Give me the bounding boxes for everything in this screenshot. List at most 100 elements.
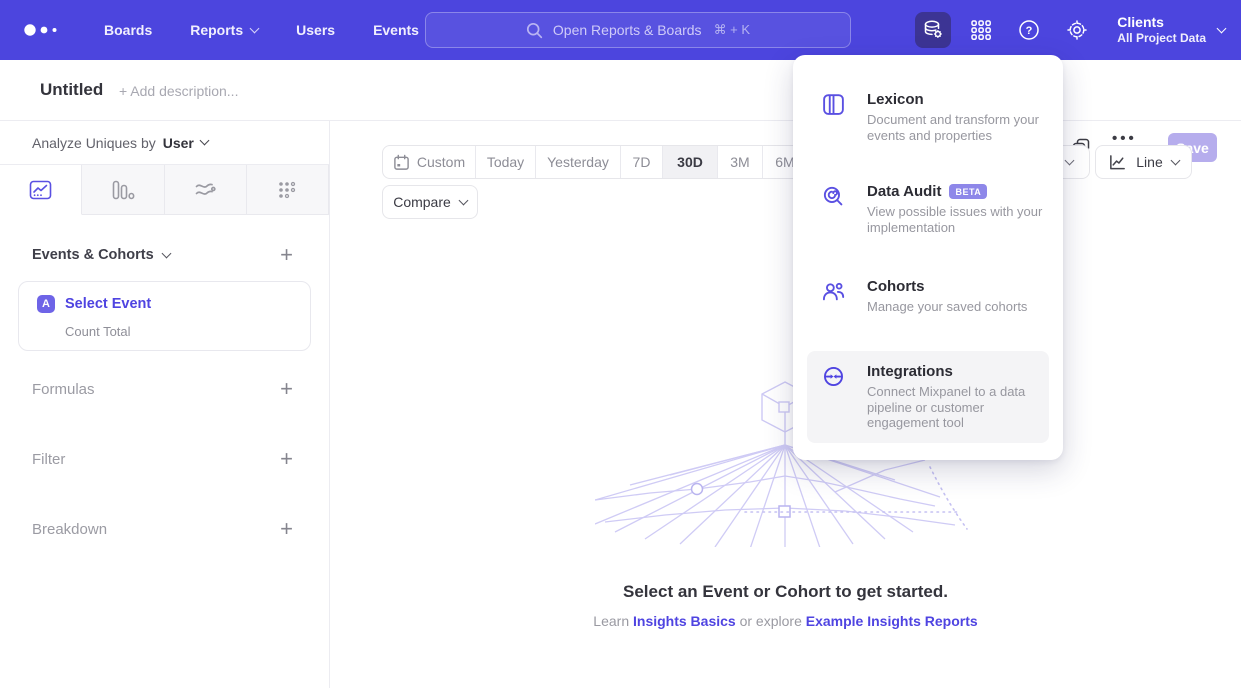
menu-item-cohorts[interactable]: Cohorts Manage your saved cohorts: [807, 266, 1049, 327]
chevron-down-icon: [1217, 23, 1227, 33]
filter-row: Filter +: [0, 447, 329, 471]
menu-item-title: Data Audit: [867, 183, 941, 200]
date-range-7d[interactable]: 7D: [621, 146, 663, 178]
apps-grid-button[interactable]: [963, 12, 999, 48]
analyze-row: Analyze Uniques by User: [0, 121, 329, 165]
compare-dropdown[interactable]: Compare: [382, 185, 478, 219]
date-range-label: Yesterday: [547, 154, 609, 170]
add-description-field[interactable]: + Add description...: [119, 83, 238, 99]
menu-item-title: Lexicon: [867, 91, 924, 108]
menu-item-data-audit[interactable]: Data Audit BETA View possible issues wit…: [807, 171, 1049, 247]
menu-item-desc: View possible issues with your implement…: [867, 204, 1043, 235]
menu-item-title: Integrations: [867, 363, 953, 380]
data-management-button[interactable]: [915, 12, 951, 48]
insights-line-chart-icon: [29, 180, 52, 200]
chevron-down-icon: [458, 195, 468, 205]
date-range-label: Custom: [417, 154, 465, 170]
events-cohorts-label: Events & Cohorts: [32, 247, 154, 263]
menu-item-text: Integrations Connect Mixpanel to a data …: [867, 363, 1043, 431]
logo-dots-icon: [22, 20, 66, 40]
add-filter-button[interactable]: +: [280, 449, 293, 469]
navbar-right-group: ? Clients All Project Data: [915, 0, 1225, 60]
integrations-icon: [821, 363, 847, 431]
chevron-down-icon: [1170, 155, 1180, 165]
apps-grid-icon: [970, 19, 992, 41]
nav-item-reports[interactable]: Reports: [190, 22, 258, 38]
nav-item-events[interactable]: Events: [373, 22, 419, 38]
formulas-row: Formulas +: [0, 377, 329, 401]
help-button[interactable]: ?: [1011, 12, 1047, 48]
project-info: Clients All Project Data: [1117, 14, 1206, 47]
calendar-icon: [393, 154, 410, 171]
nav-item-users[interactable]: Users: [296, 22, 335, 38]
example-reports-link[interactable]: Example Insights Reports: [806, 613, 978, 629]
analyze-by-dropdown[interactable]: User: [163, 135, 208, 151]
date-range-custom[interactable]: Custom: [383, 146, 476, 178]
date-range-yesterday[interactable]: Yesterday: [536, 146, 621, 178]
nav-item-label: Reports: [190, 22, 243, 38]
select-event-button[interactable]: Select Event: [65, 296, 151, 312]
tab-flows[interactable]: [165, 165, 247, 215]
data-management-dropdown-menu: Lexicon Document and transform your even…: [793, 55, 1063, 460]
tab-retention[interactable]: [247, 165, 329, 215]
tab-bar-chart[interactable]: [82, 165, 164, 215]
flows-icon: [194, 180, 216, 200]
chart-type-tabs: [0, 165, 329, 215]
tab-insights-line[interactable]: [0, 165, 82, 215]
date-range-label: Today: [487, 154, 524, 170]
lexicon-icon: [821, 91, 847, 143]
breakdown-row: Breakdown +: [0, 517, 329, 541]
insights-basics-link[interactable]: Insights Basics: [633, 613, 736, 629]
settings-button[interactable]: [1059, 12, 1095, 48]
menu-item-text: Lexicon Document and transform your even…: [867, 91, 1043, 143]
analyze-value: User: [163, 135, 194, 151]
project-name: Clients: [1117, 14, 1206, 32]
chevron-down-icon: [199, 136, 209, 146]
empty-state-heading: Select an Event or Cohort to get started…: [330, 582, 1241, 602]
events-cohorts-row: Events & Cohorts +: [0, 243, 329, 267]
add-breakdown-button[interactable]: +: [280, 519, 293, 539]
formulas-label: Formulas: [32, 381, 95, 398]
add-formula-button[interactable]: +: [280, 379, 293, 399]
menu-item-desc: Connect Mixpanel to a data pipeline or c…: [867, 384, 1043, 431]
count-total-dropdown[interactable]: Count Total: [65, 324, 131, 339]
nav-item-label: Users: [296, 22, 335, 38]
events-cohorts-header[interactable]: Events & Cohorts: [32, 247, 170, 263]
menu-item-desc: Manage your saved cohorts: [867, 299, 1043, 315]
chevron-down-icon: [161, 248, 171, 258]
learn-text: Learn: [593, 613, 629, 629]
filter-label: Filter: [32, 451, 65, 468]
query-builder-sidebar: Analyze Uniques by User: [0, 121, 330, 688]
date-range-3m[interactable]: 3M: [718, 146, 763, 178]
search-placeholder-text: Open Reports & Boards: [553, 22, 702, 38]
data-audit-icon: [821, 183, 847, 235]
line-chart-icon: [1108, 153, 1127, 172]
menu-item-integrations[interactable]: Integrations Connect Mixpanel to a data …: [807, 351, 1049, 443]
project-selector[interactable]: Clients All Project Data: [1117, 14, 1225, 47]
date-range-label: 30D: [677, 154, 703, 170]
chart-type-dropdown[interactable]: Line: [1095, 145, 1192, 179]
search-icon: [526, 22, 543, 39]
date-range-today[interactable]: Today: [476, 146, 536, 178]
empty-state-subtext: Learn Insights Basics or explore Example…: [330, 613, 1241, 629]
top-navbar: Boards Reports Users Events Open Reports…: [0, 0, 1241, 60]
mixpanel-dots-logo[interactable]: [22, 20, 66, 40]
report-title[interactable]: Untitled: [40, 80, 103, 100]
menu-item-lexicon[interactable]: Lexicon Document and transform your even…: [807, 79, 1049, 155]
date-range-label: 3M: [730, 154, 749, 170]
date-range-30d-active[interactable]: 30D: [663, 146, 718, 178]
nav-item-boards[interactable]: Boards: [104, 22, 152, 38]
help-icon: ?: [1017, 18, 1041, 42]
beta-badge: BETA: [949, 184, 987, 199]
global-search-input[interactable]: Open Reports & Boards ⌘ + K: [425, 12, 851, 48]
menu-item-title: Cohorts: [867, 278, 925, 295]
add-event-button[interactable]: +: [280, 245, 293, 265]
chart-type-label: Line: [1136, 154, 1162, 170]
chevron-down-icon: [250, 23, 260, 33]
navbar-left-group: Boards Reports Users Events: [22, 0, 419, 60]
event-card[interactable]: A Select Event Count Total: [18, 281, 311, 351]
search-shortcut-hint: ⌘ + K: [714, 22, 751, 38]
breakdown-label: Breakdown: [32, 521, 107, 538]
settings-gear-icon: [1065, 18, 1089, 42]
retention-dots-icon: [277, 180, 297, 200]
